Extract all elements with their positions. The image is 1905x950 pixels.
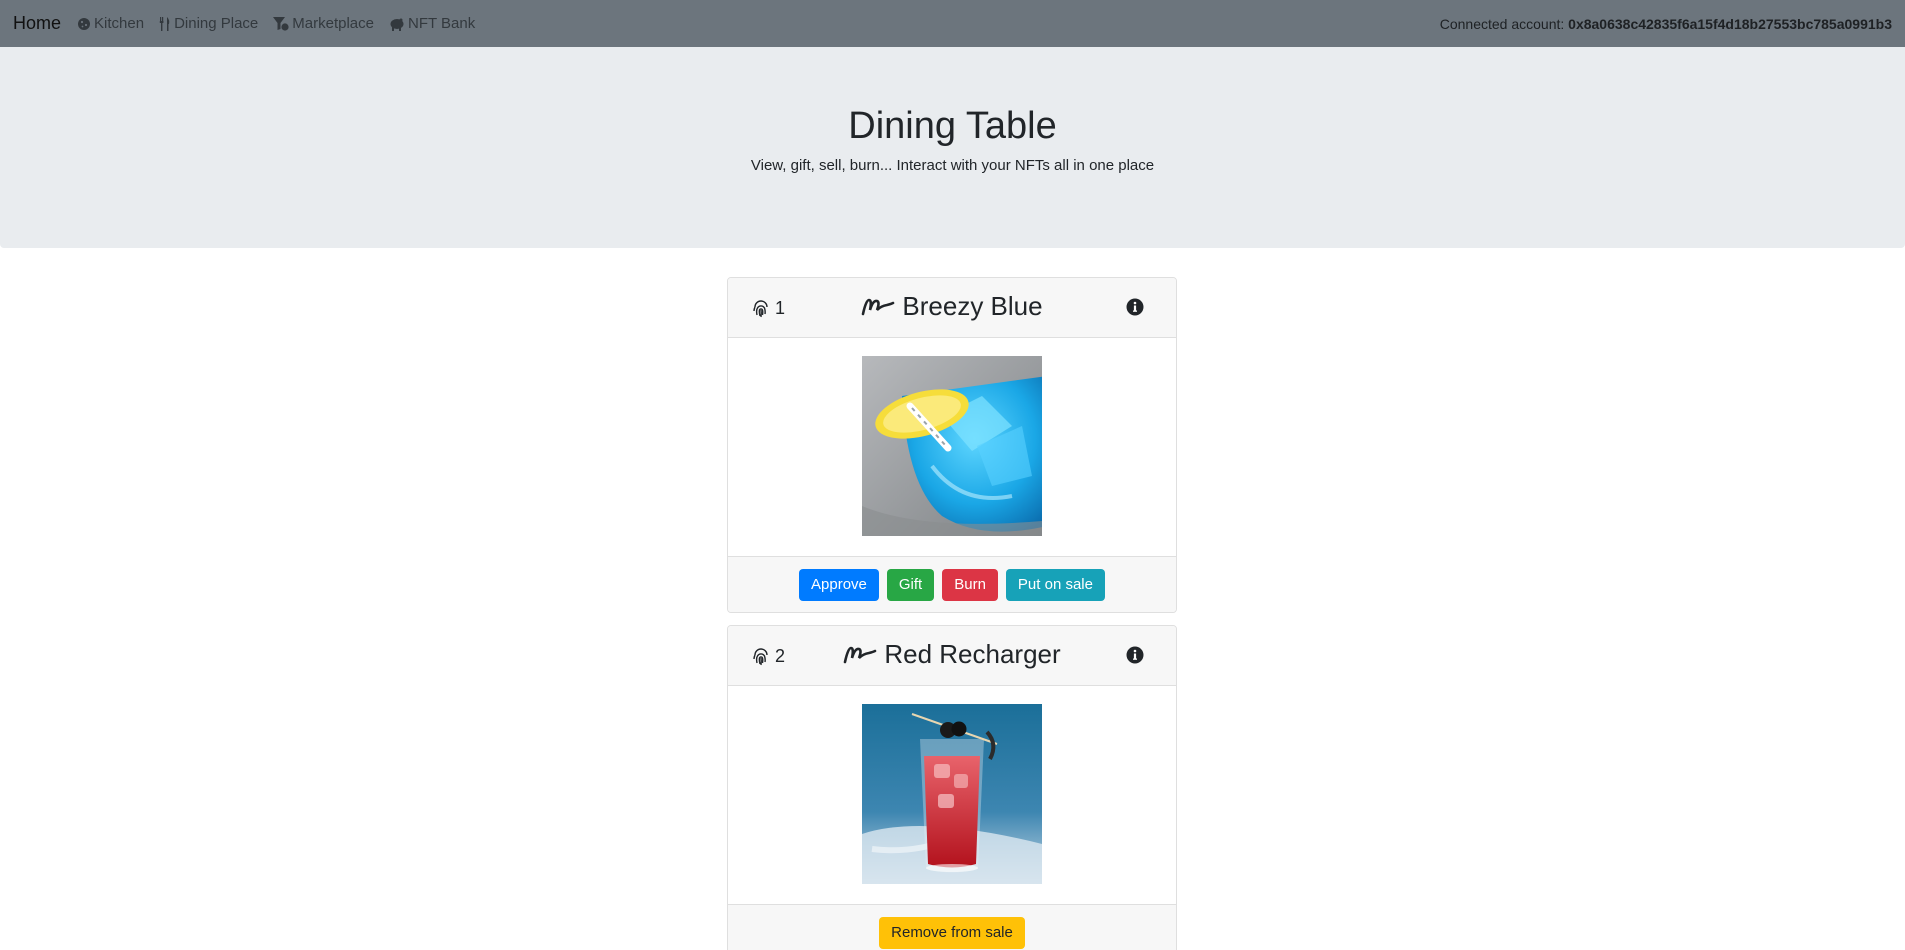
account-address: 0x8a0638c42835f6a15f4d18b27553bc785a0991… — [1568, 15, 1892, 32]
nft-name: Red Recharger — [884, 639, 1061, 669]
remove-from-sale-button[interactable]: Remove from sale — [879, 916, 1025, 949]
burn-button[interactable]: Burn — [942, 568, 998, 601]
gift-button[interactable]: Gift — [886, 568, 935, 601]
nav-link-nft-bank[interactable]: NFT Bank — [389, 15, 475, 32]
cookie-icon — [78, 17, 91, 30]
nft-image-red-cocktail — [862, 704, 1042, 884]
signature-icon — [844, 646, 877, 663]
card-footer: Remove from sale — [728, 904, 1176, 950]
nft-card: 2 Red Recharger Remove from sale — [727, 625, 1177, 950]
utensils-icon — [159, 16, 170, 31]
nav-label: Kitchen — [94, 15, 145, 32]
card-footer: Approve Gift Burn Put on sale — [728, 556, 1176, 612]
approve-button[interactable]: Approve — [799, 568, 879, 601]
page-subtitle: View, gift, sell, burn... Interact with … — [750, 157, 1155, 174]
card-body — [728, 686, 1176, 904]
top-navbar: Home Kitchen Dining Place Marketplace NF… — [0, 0, 1905, 47]
info-circle-icon[interactable] — [1126, 646, 1144, 664]
nav-link-marketplace[interactable]: Marketplace — [273, 15, 374, 32]
account-label: Connected account: — [1439, 15, 1565, 32]
nft-image-blue-cocktail — [862, 356, 1042, 536]
home-link[interactable]: Home — [13, 13, 61, 34]
piggy-bank-icon — [390, 18, 404, 31]
card-header: 2 Red Recharger — [728, 626, 1176, 686]
funnel-dollar-icon — [273, 16, 289, 31]
info-circle-icon[interactable] — [1126, 298, 1144, 316]
page-title: Dining Table — [848, 105, 1057, 147]
nft-name: Breezy Blue — [902, 291, 1043, 321]
nav-label: Dining Place — [174, 15, 259, 32]
nav-label: NFT Bank — [407, 15, 476, 32]
nft-card: 1 Breezy Blue Approve Gift Burn Put on s… — [727, 277, 1177, 613]
card-body — [728, 338, 1176, 556]
jumbotron: Dining Table View, gift, sell, burn... I… — [0, 47, 1905, 248]
nav-label: Marketplace — [292, 15, 374, 32]
nav-link-kitchen[interactable]: Kitchen — [77, 15, 144, 32]
connected-account: Connected account: 0x8a0638c42835f6a15f4… — [1440, 16, 1892, 32]
nft-title: Breezy Blue — [728, 291, 1176, 322]
nft-title: Red Recharger — [728, 639, 1176, 670]
signature-icon — [862, 298, 895, 315]
card-header: 1 Breezy Blue — [728, 278, 1176, 338]
put-on-sale-button[interactable]: Put on sale — [1005, 568, 1105, 601]
nav-link-dining-place[interactable]: Dining Place — [159, 15, 258, 32]
